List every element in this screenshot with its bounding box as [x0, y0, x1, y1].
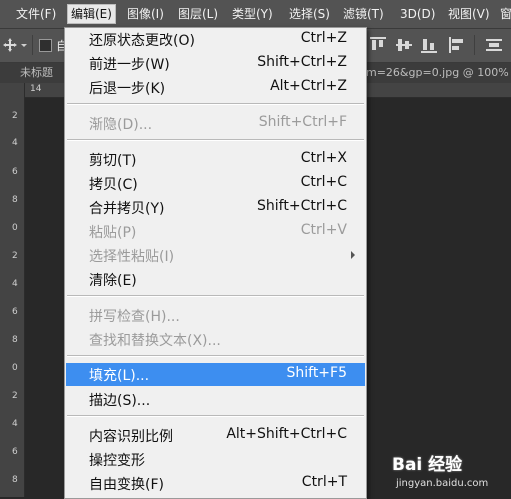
- menu-separator: [67, 415, 364, 417]
- watermark-brand: Bai 经验: [392, 455, 463, 475]
- ruler-label: 14: [30, 84, 42, 94]
- dropdown-arrow-icon[interactable]: [20, 37, 28, 53]
- ruler-label: 2: [12, 251, 18, 261]
- align-vcenter-icon[interactable]: [395, 36, 413, 54]
- divider: [474, 35, 475, 55]
- menu-filter[interactable]: 滤镜(T): [343, 5, 384, 23]
- move-tool-icon[interactable]: [2, 37, 18, 53]
- ruler-label: 4: [12, 419, 18, 429]
- menu-select[interactable]: 选择(S): [289, 5, 330, 23]
- menu-bar: 文件(F) 编辑(E) 图像(I) 图层(L) 类型(Y) 选择(S) 滤镜(T…: [0, 0, 511, 29]
- menu-item-paste[interactable]: 粘贴(P) Ctrl+V: [66, 220, 365, 243]
- align-bottom-icon[interactable]: [420, 36, 438, 54]
- menu-type[interactable]: 类型(Y): [232, 5, 273, 23]
- menu-item-free-transform[interactable]: 自由变换(F) Ctrl+T: [66, 472, 365, 495]
- menu-item-step-forward[interactable]: 前进一步(W) Shift+Ctrl+Z: [66, 52, 365, 75]
- ruler-label: 4: [12, 138, 18, 148]
- menu-item-paste-special[interactable]: 选择性粘贴(I): [66, 244, 365, 267]
- distribute-top-icon[interactable]: [485, 36, 503, 54]
- menu-file[interactable]: 文件(F): [16, 5, 56, 23]
- menu-view[interactable]: 视图(V): [448, 5, 490, 23]
- ruler-label: 0: [12, 223, 18, 233]
- menu-item-puppet-warp[interactable]: 操控变形: [66, 448, 365, 471]
- menu-layer[interactable]: 图层(L): [178, 5, 218, 23]
- watermark-url: jingyan.baidu.com: [396, 478, 489, 489]
- auto-select-checkbox[interactable]: [39, 39, 52, 52]
- ruler-label: 8: [12, 335, 18, 345]
- menu-item-cut[interactable]: 剪切(T) Ctrl+X: [66, 148, 365, 171]
- ruler-label: 0: [12, 363, 18, 373]
- ruler-left: 2 4 6 8 0 2 4 6 8 0 2 4 6 8: [0, 83, 25, 497]
- menu-item-step-backward[interactable]: 后退一步(K) Alt+Ctrl+Z: [66, 76, 365, 99]
- menu-separator: [67, 139, 364, 141]
- menu-image[interactable]: 图像(I): [127, 5, 164, 23]
- ruler-label: 8: [12, 475, 18, 485]
- menu-edit[interactable]: 编辑(E): [67, 4, 116, 24]
- align-top-icon[interactable]: [369, 36, 387, 54]
- menu-item-copy[interactable]: 拷贝(C) Ctrl+C: [66, 172, 365, 195]
- menu-item-fill[interactable]: 填充(L)... Shift+F5: [66, 363, 365, 386]
- divider: [32, 35, 33, 55]
- menu-item-undo[interactable]: 还原状态更改(O) Ctrl+Z: [66, 28, 365, 51]
- menu-item-copy-merged[interactable]: 合并拷贝(Y) Shift+Ctrl+C: [66, 196, 365, 219]
- ruler-label: 8: [12, 195, 18, 205]
- ruler-label: 6: [12, 307, 18, 317]
- menu-separator: [67, 295, 364, 297]
- ruler-label: 2: [12, 391, 18, 401]
- tab-untitled[interactable]: 未标题: [20, 63, 65, 83]
- baidu-jingyan-watermark: Bai 经验 jingyan.baidu.com: [390, 448, 511, 497]
- menu-3d[interactable]: 3D(D): [400, 5, 435, 23]
- menu-item-spell-check[interactable]: 拼写检查(H)...: [66, 304, 365, 327]
- menu-separator: [67, 103, 364, 105]
- ruler-label: 6: [12, 447, 18, 457]
- edit-menu: 还原状态更改(O) Ctrl+Z 前进一步(W) Shift+Ctrl+Z 后退一步…: [64, 27, 367, 499]
- ruler-label: 2: [12, 111, 18, 121]
- align-left-icon[interactable]: [448, 36, 466, 54]
- tab-image[interactable]: m=26&gp=0.jpg @ 100% (图: [366, 63, 511, 83]
- ruler-label: 6: [12, 167, 18, 177]
- menu-item-clear[interactable]: 清除(E): [66, 268, 365, 291]
- menu-item-find-replace[interactable]: 查找和替换文本(X)...: [66, 328, 365, 351]
- menu-item-content-aware-scale[interactable]: 内容识别比例 Alt+Shift+Ctrl+C: [66, 424, 365, 447]
- menu-item-fade[interactable]: 渐隐(D)... Shift+Ctrl+F: [66, 112, 365, 135]
- menu-window[interactable]: 窗: [500, 5, 511, 23]
- menu-item-stroke[interactable]: 描边(S)...: [66, 388, 365, 411]
- ruler-label: 4: [12, 279, 18, 289]
- submenu-arrow-icon: [351, 251, 355, 259]
- menu-separator: [67, 355, 364, 357]
